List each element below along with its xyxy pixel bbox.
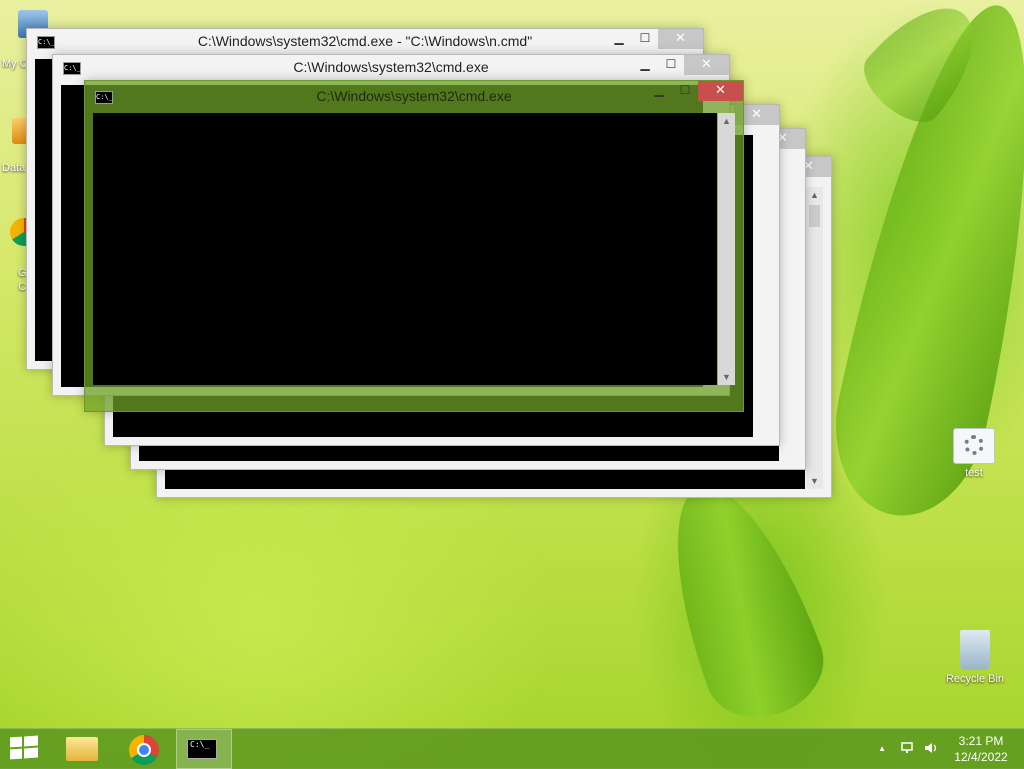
- window-titlebar[interactable]: C:\_ C:\Windows\system32\cmd.exe: [85, 81, 743, 111]
- clock-time: 3:21 PM: [958, 734, 1004, 748]
- start-logo-icon[interactable]: [10, 735, 38, 761]
- recycle-bin-icon: [960, 630, 990, 670]
- desktop-icon-recycle-bin[interactable]: Recycle Bin: [940, 630, 1010, 685]
- desktop-icon-label: Recycle Bin: [945, 673, 1005, 685]
- scroll-up-arrow[interactable]: ▲: [806, 187, 823, 203]
- window-titlebar[interactable]: C:\_ C:\Windows\system32\cmd.exe - "C:\W…: [27, 29, 703, 53]
- cmd-icon: C:\_: [187, 739, 217, 759]
- file-explorer-icon: [66, 737, 98, 761]
- scroll-down-arrow[interactable]: ▼: [718, 369, 735, 385]
- wallpaper-leaf: [642, 466, 838, 734]
- taskbar-chrome[interactable]: [116, 729, 172, 769]
- network-icon[interactable]: [900, 741, 914, 758]
- cmd-icon: C:\_: [95, 91, 113, 104]
- close-button[interactable]: ✕: [658, 29, 703, 49]
- show-hidden-icons-button[interactable]: ▲: [878, 744, 886, 753]
- minimize-button[interactable]: ▁: [606, 29, 632, 49]
- clock-date: 12/4/2022: [954, 750, 1008, 764]
- settings-file-icon: [953, 428, 995, 464]
- cmd-icon: C:\_: [63, 62, 81, 75]
- vertical-scrollbar[interactable]: ▲ ▼: [718, 113, 735, 385]
- window-titlebar[interactable]: C:\_ C:\Windows\system32\cmd.exe: [53, 55, 729, 79]
- cmd-icon: C:\_: [37, 36, 55, 49]
- desktop-icon-label: Data: [2, 162, 26, 174]
- vertical-scrollbar[interactable]: ▲ ▼: [806, 187, 823, 489]
- desktop-icon-label: My C: [2, 58, 28, 70]
- taskbar-file-explorer[interactable]: [54, 729, 110, 769]
- minimize-button[interactable]: ▁: [646, 81, 672, 101]
- window-title: C:\Windows\system32\cmd.exe: [293, 59, 489, 75]
- cmd-window-active[interactable]: C:\_ C:\Windows\system32\cmd.exe ▁ ☐ ✕ ▲ ▼: [84, 80, 744, 412]
- taskbar-cmd[interactable]: C:\_: [176, 729, 232, 769]
- console-area[interactable]: [93, 113, 717, 385]
- scroll-down-arrow[interactable]: ▼: [806, 473, 823, 489]
- taskbar-clock[interactable]: 3:21 PM 12/4/2022: [946, 733, 1016, 765]
- chrome-icon: [129, 735, 159, 765]
- scroll-up-arrow[interactable]: ▲: [718, 113, 735, 129]
- maximize-button[interactable]: ☐: [632, 29, 658, 49]
- scroll-thumb[interactable]: [809, 205, 820, 227]
- maximize-button[interactable]: ☐: [672, 81, 698, 101]
- desktop-icon-label: test: [965, 467, 983, 479]
- desktop-icon-test[interactable]: test: [944, 428, 1004, 479]
- window-title: C:\Windows\system32\cmd.exe: [316, 88, 512, 104]
- minimize-button[interactable]: ▁: [632, 55, 658, 75]
- close-button[interactable]: ✕: [698, 81, 743, 101]
- maximize-button[interactable]: ☐: [658, 55, 684, 75]
- volume-icon[interactable]: [924, 741, 938, 758]
- taskbar: C:\_ ▲ 3:21 PM 12/4/2022: [0, 728, 1024, 769]
- window-title: C:\Windows\system32\cmd.exe - "C:\Window…: [197, 33, 533, 49]
- close-button[interactable]: ✕: [684, 55, 729, 75]
